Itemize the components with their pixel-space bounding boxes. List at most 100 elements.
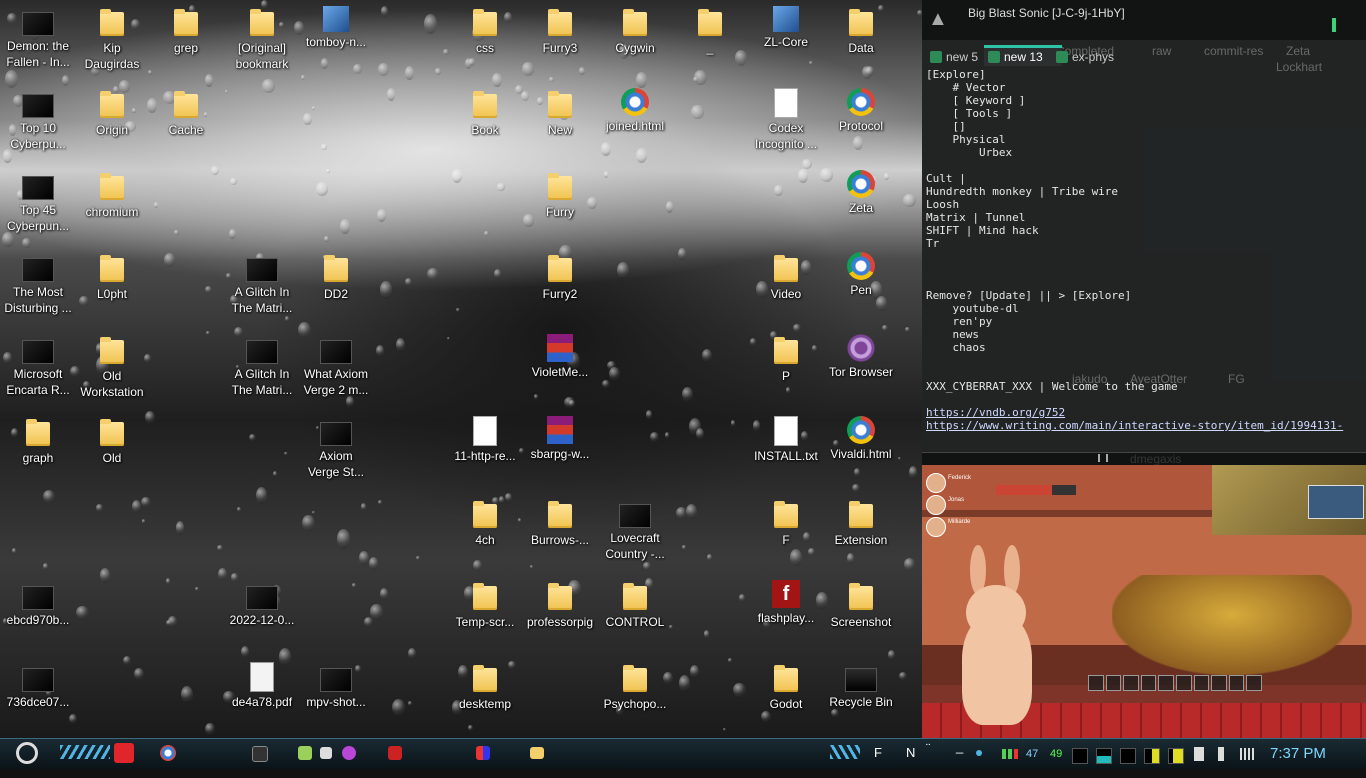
signal-icon[interactable] <box>1240 748 1254 760</box>
tray-label[interactable]: F <box>874 745 882 775</box>
desktop-icon[interactable]: desktemp <box>447 662 523 712</box>
desktop-icon[interactable]: Origin <box>74 88 150 138</box>
tray-label[interactable]: _ <box>956 739 963 769</box>
image-app-taskbar-icon[interactable] <box>476 746 490 760</box>
desktop-icon[interactable]: 736dce07... <box>0 662 76 710</box>
clock[interactable]: 7:37 PM <box>1270 745 1326 762</box>
desktop-icon[interactable]: Furry <box>522 170 598 220</box>
desktop-icon[interactable]: Data <box>823 6 899 56</box>
desktop-icon[interactable]: DD2 <box>298 252 374 302</box>
desktop-icon[interactable]: Microsoft Encarta R... <box>0 334 76 398</box>
desktop-icon[interactable]: Old Workstation <box>74 334 150 400</box>
media-player-taskbar-icon[interactable] <box>342 746 356 760</box>
desktop-icon[interactable]: 2022-12-0... <box>224 580 300 628</box>
tray-label[interactable]: N <box>906 745 915 775</box>
desktop-icon[interactable]: Furry2 <box>522 252 598 302</box>
desktop-icon[interactable]: f flashplay... <box>748 580 824 626</box>
desktop-icon[interactable]: Tor Browser <box>823 334 899 380</box>
chrome-taskbar-icon[interactable] <box>160 745 176 761</box>
hotbar-slot[interactable] <box>1211 675 1227 691</box>
desktop-icon[interactable]: CONTROL <box>597 580 673 630</box>
desktop-icon[interactable]: Demon: the Fallen - In... <box>0 6 76 70</box>
hotbar-slot[interactable] <box>1123 675 1139 691</box>
desktop-icon[interactable]: _ <box>672 6 748 56</box>
desktop-icon[interactable]: de4a78.pdf <box>224 662 300 710</box>
desktop-icon[interactable]: Zeta <box>823 170 899 216</box>
horizontal-scrollbar[interactable] <box>922 452 1366 465</box>
desktop-icon[interactable]: ebcd970b... <box>0 580 76 628</box>
desktop-icon[interactable]: P <box>748 334 824 384</box>
game-taskbar-icon[interactable] <box>388 746 402 760</box>
desktop-icon[interactable]: Lovecraft Country -... <box>597 498 673 562</box>
desktop-icon[interactable]: Protocol <box>823 88 899 134</box>
desktop-icon[interactable]: L0pht <box>74 252 150 302</box>
desktop-icon[interactable]: New <box>522 88 598 138</box>
url-line[interactable]: https://vndb.org/g752 <box>926 406 1362 419</box>
desktop-icon[interactable]: tomboy-n... <box>298 6 374 50</box>
desktop-icon[interactable]: Kip Daugirdas <box>74 6 150 72</box>
desktop-icon[interactable]: Cygwin <box>597 6 673 56</box>
desktop-icon[interactable]: mpv-shot... <box>298 662 374 710</box>
desktop-icon[interactable]: Extension <box>823 498 899 548</box>
game-hotbar[interactable] <box>1088 675 1262 691</box>
desktop-icon[interactable]: joined.html <box>597 88 673 134</box>
hotbar-slot[interactable] <box>1140 675 1157 691</box>
volume-icon[interactable] <box>1218 747 1230 761</box>
scrollbar-grip-icon[interactable] <box>1098 454 1108 462</box>
desktop-icon[interactable]: INSTALL.txt <box>748 416 824 464</box>
desktop-icon[interactable]: Book <box>447 88 523 138</box>
game-window[interactable]: Federick Jonas Milliarde <box>922 465 1366 738</box>
party-member[interactable]: Milliarde <box>926 517 996 537</box>
desktop-icon[interactable]: Godot <box>748 662 824 712</box>
desktop-icon[interactable]: F <box>748 498 824 548</box>
desktop-icon[interactable]: Top 45 Cyberpun... <box>0 170 76 234</box>
desktop-icon[interactable]: css <box>447 6 523 56</box>
notepad-editor[interactable]: [Explore] # Vector [ Keyword ] [ Tools ]… <box>926 68 1362 433</box>
desktop-icon[interactable]: Temp-scr... <box>447 580 523 630</box>
hotbar-slot[interactable] <box>1158 675 1174 691</box>
url-line[interactable]: https://www.writing.com/main/interactive… <box>926 419 1362 432</box>
tab-ex-phys[interactable]: ex-phys <box>1052 48 1122 66</box>
network-dot-icon[interactable] <box>976 750 982 756</box>
desktop-icon[interactable]: Pen <box>823 252 899 298</box>
desktop-icon[interactable]: [Original] bookmark <box>224 6 300 72</box>
notepad-titlebar[interactable]: ▲ Big Blast Sonic [J-C-9j-1HbY] <box>922 0 1366 40</box>
notepad-taskbar-icon[interactable] <box>298 746 312 760</box>
desktop-icon[interactable]: Axiom Verge St... <box>298 416 374 480</box>
start-button[interactable] <box>16 742 38 764</box>
desktop-icon[interactable]: Old <box>74 416 150 466</box>
terminal-taskbar-icon[interactable] <box>252 746 268 762</box>
desktop-icon[interactable]: 11-http-re... <box>447 416 523 464</box>
desktop-icon[interactable]: Burrows-... <box>522 498 598 548</box>
desktop-icon[interactable]: VioletMe... <box>522 334 598 380</box>
tab-new-13[interactable]: new 13 <box>984 45 1062 66</box>
desktop-icon[interactable]: 4ch <box>447 498 523 548</box>
minimap[interactable] <box>1308 485 1364 519</box>
hotbar-slot[interactable] <box>1193 675 1210 691</box>
hotbar-slot[interactable] <box>1088 675 1104 691</box>
party-member[interactable]: Jonas <box>926 495 996 515</box>
desktop-icon[interactable]: Video <box>748 252 824 302</box>
desktop-icon[interactable]: Screenshot <box>823 580 899 630</box>
tray-label[interactable]: ¨ <box>926 741 930 771</box>
desktop-icon[interactable]: ZL-Core <box>748 6 824 50</box>
desktop-icon[interactable]: Furry3 <box>522 6 598 56</box>
desktop-icon[interactable]: Psychopo... <box>597 662 673 712</box>
desktop-icon[interactable]: Vivaldi.html <box>823 416 899 462</box>
desktop-icon[interactable]: Cache <box>148 88 224 138</box>
desktop-icon[interactable]: grep <box>148 6 224 56</box>
hotbar-slot[interactable] <box>1246 675 1262 691</box>
desktop-icon[interactable]: A Glitch In The Matri... <box>224 252 300 316</box>
desktop-icon[interactable]: A Glitch In The Matri... <box>224 334 300 398</box>
window-taskbar-icon[interactable] <box>320 747 332 759</box>
notepad-window[interactable]: ▲ Big Blast Sonic [J-C-9j-1HbY] Complete… <box>922 0 1366 466</box>
desktop-icon[interactable]: The Most Disturbing ... <box>0 252 76 316</box>
hotbar-slot[interactable] <box>1105 675 1122 691</box>
explorer-taskbar-icon[interactable] <box>530 747 544 759</box>
hotbar-slot[interactable] <box>1175 675 1192 691</box>
desktop-icon[interactable]: professorpig <box>522 580 598 630</box>
desktop-icon[interactable]: Recycle Bin <box>823 662 899 710</box>
desktop-icon[interactable]: Codex Incognito ... <box>748 88 824 152</box>
desktop-icon[interactable]: sbarpg-w... <box>522 416 598 462</box>
party-member[interactable]: Federick <box>926 473 996 493</box>
